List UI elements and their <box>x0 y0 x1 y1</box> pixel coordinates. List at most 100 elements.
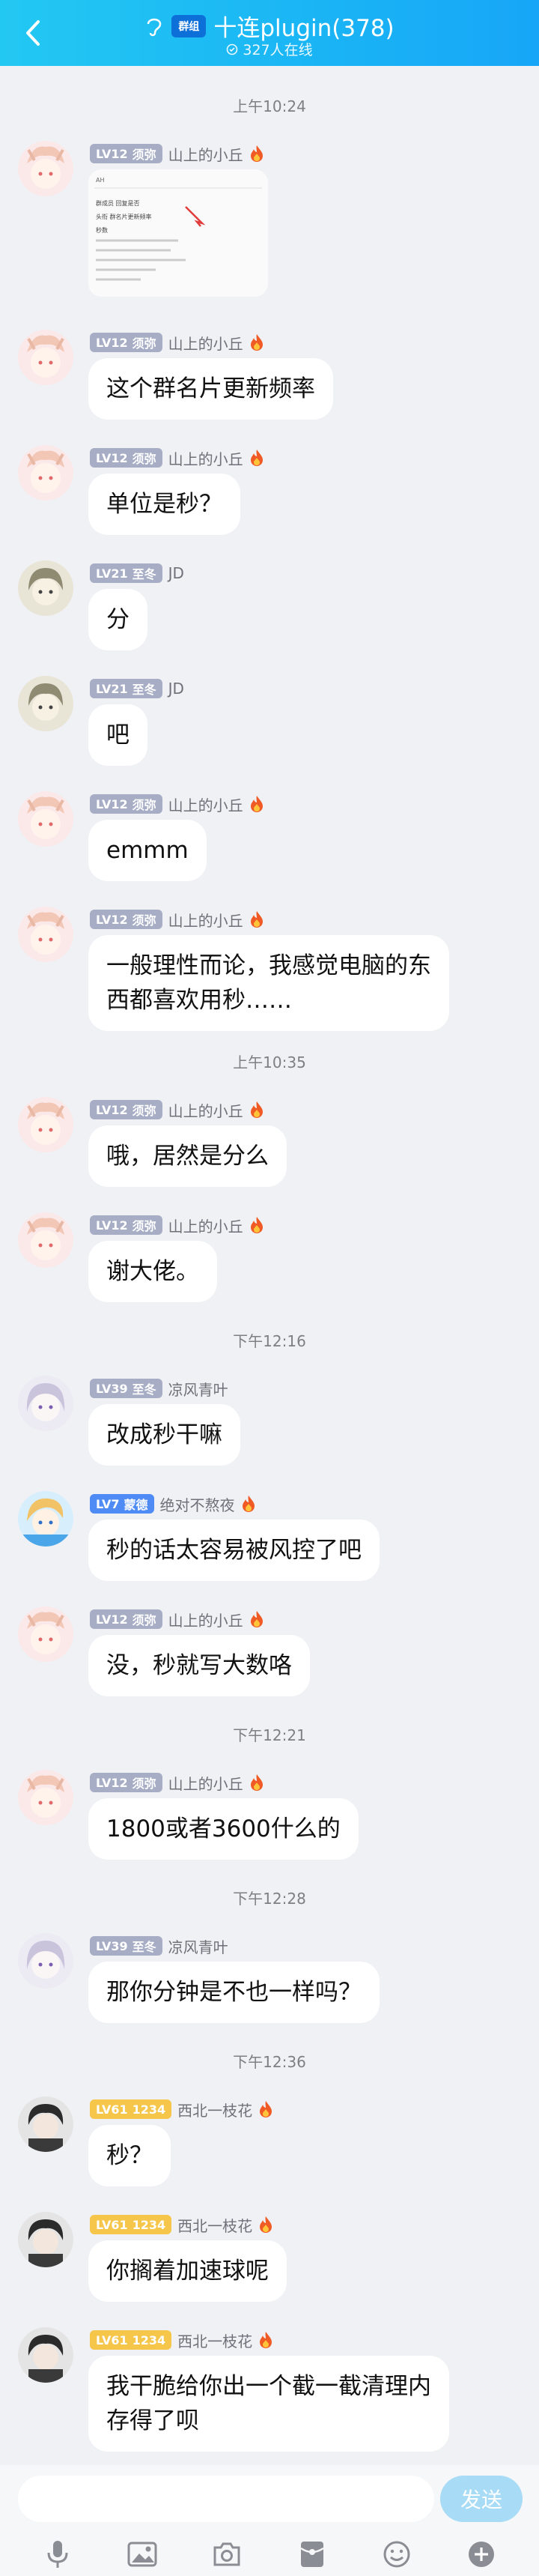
message-bubble[interactable]: 你搁着加速球呢 <box>88 2240 287 2302</box>
avatar-icon <box>18 1097 73 1152</box>
avatar[interactable] <box>18 445 73 501</box>
level-badge: LV12 须弥 <box>90 910 162 929</box>
level-badge: LV39 至冬 <box>90 1379 162 1398</box>
level-badge: LV21 至冬 <box>90 679 162 698</box>
message-bubble[interactable]: 吧 <box>88 704 147 766</box>
flame-icon <box>260 2332 272 2348</box>
sender-name[interactable]: 西北一枝花 <box>177 2214 252 2236</box>
sender-meta: LV39 至冬 凉风青叶 <box>90 1935 228 1957</box>
sender-name[interactable]: 山上的小丘 <box>168 909 243 931</box>
avatar[interactable] <box>18 1212 73 1268</box>
sender-name[interactable]: 凉风青叶 <box>168 1378 228 1400</box>
camera-button[interactable] <box>207 2534 247 2575</box>
avatar-icon <box>18 1606 73 1662</box>
level-badge: LV12 须弥 <box>90 448 162 468</box>
sender-name[interactable]: 西北一枝花 <box>177 2099 252 2120</box>
sender-name[interactable]: 山上的小丘 <box>168 143 243 165</box>
mic-icon <box>47 2541 68 2568</box>
message-bubble[interactable]: 分 <box>88 589 147 650</box>
message-input[interactable] <box>18 2476 434 2522</box>
group-badge: 群组 <box>171 14 207 37</box>
sender-name[interactable]: 山上的小丘 <box>168 1609 243 1630</box>
sender-name[interactable]: 山上的小丘 <box>168 1215 243 1236</box>
flame-icon <box>250 145 263 162</box>
voice-button[interactable] <box>37 2534 78 2575</box>
message-bubble[interactable]: 单位是秒？ <box>88 474 240 535</box>
message-list[interactable]: 上午10:24 LV12 须弥 山上的小丘 AH 群成员 回复是否 头衔 群名片更… <box>0 66 539 2479</box>
input-toolbar <box>0 2533 539 2576</box>
sender-name[interactable]: 绝对不熬夜 <box>160 1493 235 1515</box>
avatar[interactable] <box>18 1770 73 1825</box>
avatar[interactable] <box>18 1376 73 1431</box>
message-bubble[interactable]: 没，秒就写大数咯 <box>88 1635 310 1696</box>
title-row[interactable]: 群组 十连plugin(378) <box>0 9 539 43</box>
avatar-icon <box>18 560 73 616</box>
message-bubble[interactable]: emmm <box>88 820 207 881</box>
avatar[interactable] <box>18 1491 73 1546</box>
sender-meta: LV12 须弥 山上的小丘 <box>90 1771 264 1794</box>
camera-icon <box>213 2542 240 2566</box>
level-badge: LV61 1234 <box>90 2099 172 2119</box>
avatar[interactable] <box>18 141 73 196</box>
sender-meta: LV21 至冬 JD <box>90 562 184 584</box>
avatar[interactable] <box>18 2212 73 2267</box>
message-bubble[interactable]: 这个群名片更新频率 <box>88 358 333 420</box>
online-icon <box>227 43 238 55</box>
emoji-icon <box>383 2541 410 2568</box>
avatar[interactable] <box>18 2327 73 2383</box>
avatar[interactable] <box>18 330 73 385</box>
timestamp: 上午10:35 <box>233 1053 306 1071</box>
flame-icon <box>260 2216 272 2233</box>
flame-icon <box>250 911 263 928</box>
avatar-icon <box>18 1376 73 1431</box>
avatar[interactable] <box>18 1606 73 1662</box>
avatar-icon <box>18 2327 73 2383</box>
sender-name[interactable]: JD <box>168 564 184 582</box>
emoji-button[interactable] <box>377 2534 417 2575</box>
image-button[interactable] <box>122 2534 162 2575</box>
send-button[interactable]: 发送 <box>440 2476 523 2522</box>
sender-name[interactable]: 西北一枝花 <box>177 2329 252 2351</box>
sender-meta: LV61 1234 西北一枝花 <box>90 2213 273 2236</box>
avatar[interactable] <box>18 560 73 616</box>
message-bubble[interactable]: 1800或者3600什么的 <box>88 1798 359 1860</box>
avatar-icon <box>18 676 73 731</box>
avatar[interactable] <box>18 676 73 731</box>
sender-name[interactable]: 山上的小丘 <box>168 447 243 469</box>
level-badge: LV12 须弥 <box>90 333 162 352</box>
level-badge: LV7 蒙德 <box>90 1494 154 1514</box>
sender-name[interactable]: 山上的小丘 <box>168 332 243 354</box>
message-bubble[interactable]: 一般理性而论，我感觉电脑的东 西都喜欢用秒…… <box>88 935 449 1031</box>
more-button[interactable] <box>461 2534 502 2575</box>
message-bubble[interactable]: 秒的话太容易被风控了吧 <box>88 1520 380 1581</box>
sender-name[interactable]: JD <box>168 680 184 698</box>
sender-name[interactable]: 山上的小丘 <box>168 1772 243 1794</box>
message-bubble[interactable]: 我干脆给你出一个截一截清理内 存得了呗 <box>88 2356 449 2452</box>
avatar[interactable] <box>18 907 73 962</box>
online-count: 327人在线 <box>243 42 313 58</box>
sender-name[interactable]: 凉风青叶 <box>168 1935 228 1957</box>
message-bubble[interactable]: 谢大佬。 <box>88 1241 217 1302</box>
sender-name[interactable]: 山上的小丘 <box>168 1099 243 1121</box>
avatar-icon <box>18 330 73 385</box>
avatar[interactable] <box>18 791 73 847</box>
level-badge: LV61 1234 <box>90 2330 172 2350</box>
sender-meta: LV12 须弥 山上的小丘 <box>90 908 264 931</box>
avatar-icon <box>18 1770 73 1825</box>
red-packet-button[interactable] <box>292 2534 332 2575</box>
avatar-icon <box>18 1212 73 1268</box>
message-bubble[interactable]: 那你分钟是不也一样吗？ <box>88 1962 380 2023</box>
ear-icon <box>147 18 162 36</box>
message-bubble[interactable]: 秒？ <box>88 2125 171 2186</box>
avatar[interactable] <box>18 1933 73 1989</box>
message-bubble[interactable]: 改成秒干嘛 <box>88 1404 240 1466</box>
sender-meta: LV12 须弥 山上的小丘 <box>90 1098 264 1121</box>
thumbnail-lines <box>94 187 262 281</box>
avatar[interactable] <box>18 2096 73 2152</box>
avatar[interactable] <box>18 1097 73 1152</box>
image-message[interactable]: AH 群成员 回复是否 头衔 群名片更新频率 秒数 <box>88 169 268 297</box>
message-bubble[interactable]: 哦，居然是分么 <box>88 1125 287 1187</box>
level-badge: LV12 须弥 <box>90 1100 162 1119</box>
sender-name[interactable]: 山上的小丘 <box>168 793 243 815</box>
plus-icon <box>469 2542 495 2567</box>
